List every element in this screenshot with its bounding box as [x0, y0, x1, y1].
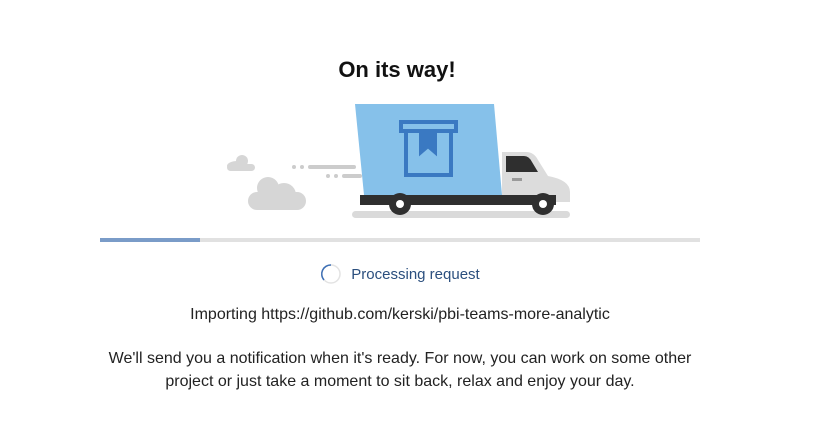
progress-bar-fill	[100, 238, 201, 242]
delivery-truck-illustration	[227, 104, 570, 218]
status-row: Processing request	[0, 263, 800, 285]
cargo-container	[355, 104, 502, 195]
import-dialog: On its way! Processing request Importing…	[0, 0, 838, 421]
status-text: Processing request	[351, 265, 480, 283]
large-cloud-icon	[248, 177, 306, 210]
spinner-icon	[321, 264, 342, 284]
speed-lines	[292, 165, 362, 178]
small-cloud-icon	[227, 155, 255, 171]
truck-cab	[502, 152, 570, 202]
notification-message: We'll send you a notification when it's …	[108, 350, 692, 390]
dialog-title: On its way!	[338, 57, 456, 82]
import-source-text: Importing https://github.com/kerski/pbi-…	[190, 306, 610, 323]
progress-bar	[100, 238, 700, 242]
